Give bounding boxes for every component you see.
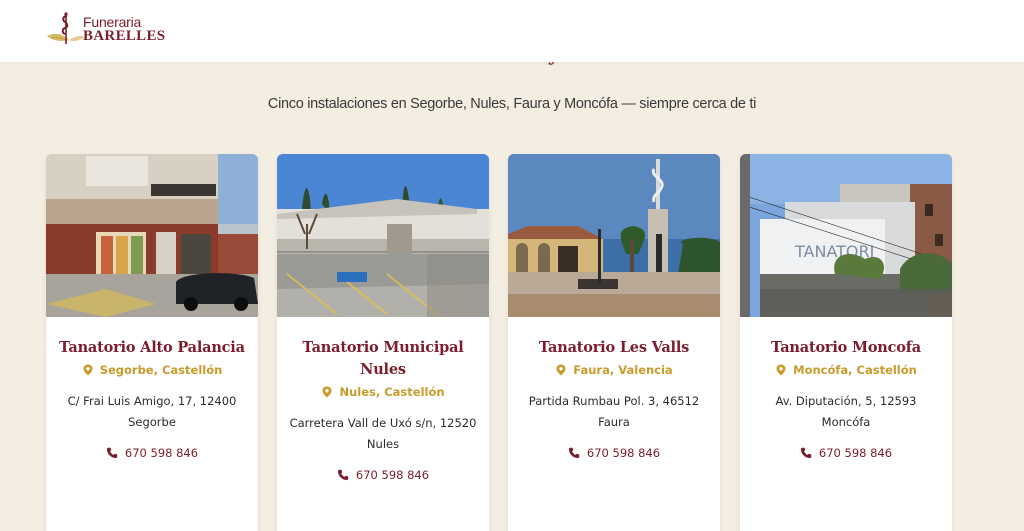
card-body: Tanatorio Moncofa Moncófa, Castellón Av.… <box>740 317 952 460</box>
location-title: Tanatorio Moncofa <box>771 339 921 356</box>
phone-link[interactable]: 670 598 846 <box>289 468 477 482</box>
phone-icon <box>106 447 118 459</box>
location-city-text: Segorbe, Castellón <box>99 363 223 377</box>
brand-name-line1: Funeraria <box>83 14 142 30</box>
location-title: Tanatorio Municipal Nules <box>302 339 464 378</box>
location-address: C/ Frai Luis Amigo, 17, 12400 Segorbe <box>67 394 237 429</box>
phone-number: 670 598 846 <box>124 446 199 460</box>
phone-icon <box>337 469 349 481</box>
location-card-faura: Tanatorio Les Valls Faura, Valencia Part… <box>508 154 720 531</box>
building-photo-icon <box>46 154 258 317</box>
location-card-moncofa: TANATORI Tanatorio Moncofa Moncófa, Cast… <box>740 154 952 531</box>
location-photo <box>508 154 720 317</box>
map-pin-icon <box>83 364 93 376</box>
building-photo-icon: TANATORI <box>740 154 952 317</box>
location-title: Tanatorio Les Valls <box>538 339 690 356</box>
brand-name-line2: BARELLES <box>83 28 166 44</box>
location-photo <box>277 154 489 317</box>
phone-number: 670 598 846 <box>586 446 661 460</box>
location-title: Tanatorio Alto Palancia <box>59 339 245 356</box>
location-city: Faura, Valencia <box>520 362 708 378</box>
card-body: Tanatorio Les Valls Faura, Valencia Part… <box>508 317 720 460</box>
phone-link[interactable]: 670 598 846 <box>752 446 940 460</box>
location-city-text: Moncófa, Castellón <box>793 363 917 377</box>
building-photo-icon <box>277 154 489 317</box>
card-body: Tanatorio Municipal Nules Nules, Castell… <box>277 317 489 482</box>
location-card-segorbe: Tanatorio Alto Palancia Segorbe, Castell… <box>46 154 258 531</box>
building-photo-icon <box>508 154 720 317</box>
location-address: Av. Diputación, 5, 12593 Moncófa <box>775 394 917 429</box>
phone-number: 670 598 846 <box>355 468 430 482</box>
logo-emblem-icon <box>47 12 85 44</box>
site-header: Funeraria BARELLES <box>0 0 1024 62</box>
location-address: Carretera Vall de Uxó s/n, 12520 Nules <box>289 416 477 451</box>
location-city-text: Faura, Valencia <box>573 363 673 377</box>
map-pin-icon <box>322 386 332 398</box>
location-city-text: Nules, Castellón <box>339 385 445 399</box>
phone-link[interactable]: 670 598 846 <box>520 446 708 460</box>
brand-logo[interactable]: Funeraria BARELLES <box>45 10 166 50</box>
location-photo <box>46 154 258 317</box>
section-subtitle: Cinco instalaciones en Segorbe, Nules, F… <box>267 96 757 112</box>
location-city: Nules, Castellón <box>289 384 477 400</box>
phone-link[interactable]: 670 598 846 <box>58 446 246 460</box>
location-city: Segorbe, Castellón <box>58 362 246 378</box>
card-body: Tanatorio Alto Palancia Segorbe, Castell… <box>46 317 258 460</box>
phone-number: 670 598 846 <box>818 446 893 460</box>
location-address: Partida Rumbau Pol. 3, 46512 Faura <box>528 394 700 429</box>
phone-icon <box>568 447 580 459</box>
phone-icon <box>800 447 812 459</box>
location-city: Moncófa, Castellón <box>752 362 940 378</box>
location-photo: TANATORI <box>740 154 952 317</box>
map-pin-icon <box>776 364 786 376</box>
map-pin-icon <box>556 364 566 376</box>
location-card-nules: Tanatorio Municipal Nules Nules, Castell… <box>277 154 489 531</box>
